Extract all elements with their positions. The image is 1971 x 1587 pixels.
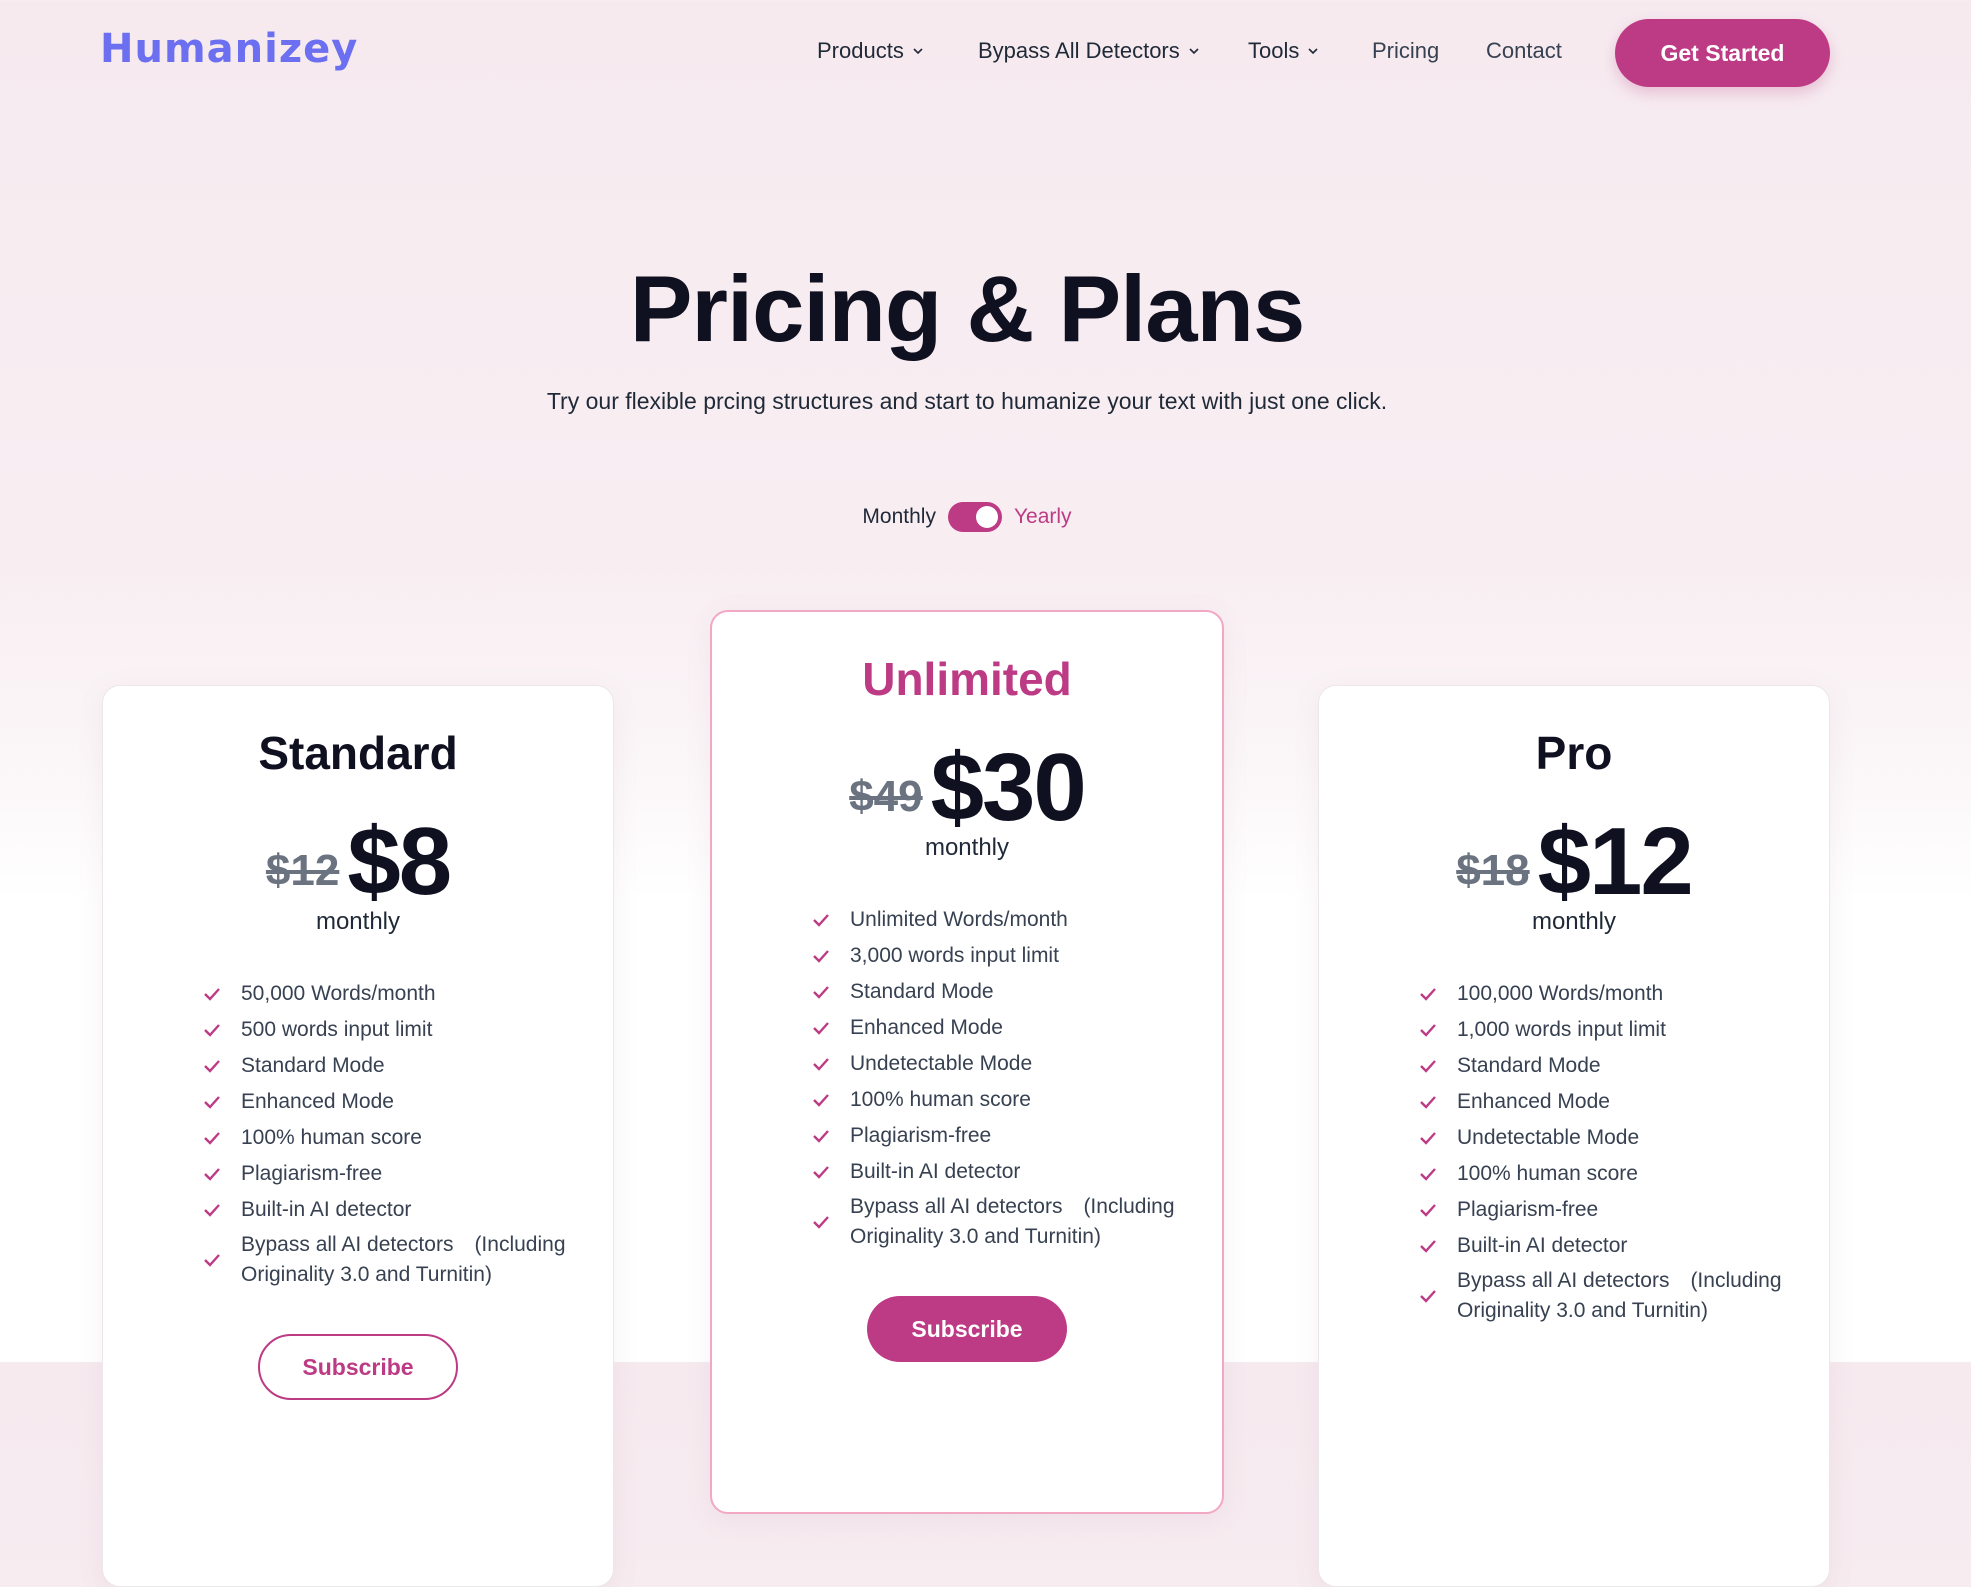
plan-card-pro: Pro $18 $12 monthly 100,000 Words/month … bbox=[1318, 685, 1830, 1587]
check-icon bbox=[813, 1022, 829, 1035]
check-icon bbox=[813, 1130, 829, 1143]
feature-item: 50,000 Words/month bbox=[203, 976, 583, 1012]
feature-item: Enhanced Mode bbox=[1419, 1084, 1799, 1120]
logo[interactable]: Humanizey bbox=[100, 26, 358, 72]
check-icon bbox=[1420, 1240, 1436, 1253]
check-icon bbox=[813, 950, 829, 963]
nav-tools-label: Tools bbox=[1248, 38, 1300, 63]
check-icon bbox=[1420, 1096, 1436, 1109]
price-row: $49 $30 bbox=[712, 740, 1222, 836]
billing-toggle: Monthly Yearly bbox=[0, 502, 1934, 532]
feature-item: Built-in AI detector bbox=[812, 1154, 1192, 1190]
check-icon bbox=[813, 1058, 829, 1071]
check-icon bbox=[204, 1254, 220, 1267]
billing-period: monthly bbox=[1531, 908, 1617, 935]
top-nav: Humanizey Products Bypass All Detectors … bbox=[0, 0, 1971, 110]
feature-list: 50,000 Words/month 500 words input limit… bbox=[203, 976, 583, 1292]
price-row: $18 $12 bbox=[1319, 814, 1829, 910]
check-icon bbox=[204, 1132, 220, 1145]
feature-item: Standard Mode bbox=[1419, 1048, 1799, 1084]
feature-item: Undetectable Mode bbox=[1419, 1120, 1799, 1156]
chevron-down-icon bbox=[1308, 48, 1318, 55]
check-icon bbox=[813, 1216, 829, 1229]
nav-products-label: Products bbox=[817, 38, 904, 63]
old-price: $12 bbox=[265, 846, 340, 895]
feature-item: Standard Mode bbox=[812, 974, 1192, 1010]
subscribe-button[interactable]: Subscribe bbox=[258, 1334, 458, 1400]
nav-bypass-all-detectors[interactable]: Bypass All Detectors bbox=[978, 38, 1200, 64]
plan-card-unlimited: Unlimited $49 $30 monthly Unlimited Word… bbox=[710, 610, 1224, 1514]
check-icon bbox=[204, 1024, 220, 1037]
plan-name: Unlimited bbox=[862, 653, 1072, 705]
billing-switch[interactable] bbox=[947, 502, 1002, 532]
current-price: $30 bbox=[930, 734, 1087, 841]
switch-knob bbox=[975, 506, 998, 528]
feature-item: Bypass all AI detectors (Including Origi… bbox=[203, 1228, 583, 1292]
check-icon bbox=[1420, 988, 1436, 1001]
feature-item: Unlimited Words/month bbox=[812, 902, 1192, 938]
check-icon bbox=[204, 1060, 220, 1073]
feature-item: Plagiarism-free bbox=[812, 1118, 1192, 1154]
current-price: $12 bbox=[1537, 808, 1694, 915]
check-icon bbox=[813, 986, 829, 999]
check-icon bbox=[1420, 1024, 1436, 1037]
nav-tools[interactable]: Tools bbox=[1248, 38, 1319, 64]
nav-pricing[interactable]: Pricing bbox=[1372, 38, 1439, 64]
billing-period: monthly bbox=[924, 834, 1010, 861]
plan-name: Standard bbox=[258, 727, 458, 779]
nav-bypass-label: Bypass All Detectors bbox=[978, 38, 1180, 63]
chevron-down-icon bbox=[913, 48, 923, 55]
feature-item: 100% human score bbox=[203, 1120, 583, 1156]
get-started-button[interactable]: Get Started bbox=[1615, 19, 1830, 87]
feature-list: 100,000 Words/month 1,000 words input li… bbox=[1419, 976, 1799, 1328]
nav-contact[interactable]: Contact bbox=[1486, 38, 1562, 64]
check-icon bbox=[1420, 1132, 1436, 1145]
feature-item: 500 words input limit bbox=[203, 1012, 583, 1048]
feature-item: Built-in AI detector bbox=[203, 1192, 583, 1228]
feature-item: 100,000 Words/month bbox=[1419, 976, 1799, 1012]
price-row: $12 $8 bbox=[103, 814, 613, 910]
old-price: $49 bbox=[849, 772, 923, 821]
check-icon bbox=[204, 1204, 220, 1217]
subscribe-button[interactable]: Subscribe bbox=[867, 1296, 1067, 1362]
feature-item: Standard Mode bbox=[203, 1048, 583, 1084]
feature-item: Plagiarism-free bbox=[203, 1156, 583, 1192]
feature-item: Enhanced Mode bbox=[203, 1084, 583, 1120]
page-title: Pricing & Plans bbox=[629, 256, 1306, 361]
feature-item: Built-in AI detector bbox=[1419, 1228, 1799, 1264]
check-icon bbox=[1420, 1060, 1436, 1073]
check-icon bbox=[813, 1094, 829, 1107]
nav-products[interactable]: Products bbox=[817, 38, 924, 64]
old-price: $18 bbox=[1456, 846, 1530, 895]
feature-item: 100% human score bbox=[1419, 1156, 1799, 1192]
feature-item: 100% human score bbox=[812, 1082, 1192, 1118]
feature-item: Enhanced Mode bbox=[812, 1010, 1192, 1046]
feature-item: Bypass all AI detectors (Including Origi… bbox=[812, 1190, 1192, 1254]
nav-pricing-label: Pricing bbox=[1372, 38, 1440, 63]
check-icon bbox=[204, 1096, 220, 1109]
monthly-label[interactable]: Monthly bbox=[862, 505, 936, 529]
feature-item: Undetectable Mode bbox=[812, 1046, 1192, 1082]
page-subtitle: Try our flexible prcing structures and s… bbox=[546, 388, 1388, 414]
current-price: $8 bbox=[347, 808, 452, 915]
feature-item: 3,000 words input limit bbox=[812, 938, 1192, 974]
nav-contact-label: Contact bbox=[1486, 38, 1562, 63]
check-icon bbox=[1420, 1204, 1436, 1217]
plan-name: Pro bbox=[1535, 727, 1613, 779]
feature-list: Unlimited Words/month 3,000 words input … bbox=[812, 902, 1192, 1254]
check-icon bbox=[1420, 1290, 1436, 1303]
check-icon bbox=[813, 914, 829, 927]
check-icon bbox=[204, 1168, 220, 1181]
chevron-down-icon bbox=[1189, 48, 1199, 55]
check-icon bbox=[813, 1166, 829, 1179]
plan-card-standard: Standard $12 $8 monthly 50,000 Words/mon… bbox=[102, 685, 614, 1587]
feature-item: Bypass all AI detectors (Including Origi… bbox=[1419, 1264, 1799, 1328]
feature-item: Plagiarism-free bbox=[1419, 1192, 1799, 1228]
feature-item: 1,000 words input limit bbox=[1419, 1012, 1799, 1048]
check-icon bbox=[1420, 1168, 1436, 1181]
check-icon bbox=[204, 988, 220, 1001]
yearly-label[interactable]: Yearly bbox=[1014, 505, 1072, 529]
billing-period: monthly bbox=[315, 908, 401, 935]
